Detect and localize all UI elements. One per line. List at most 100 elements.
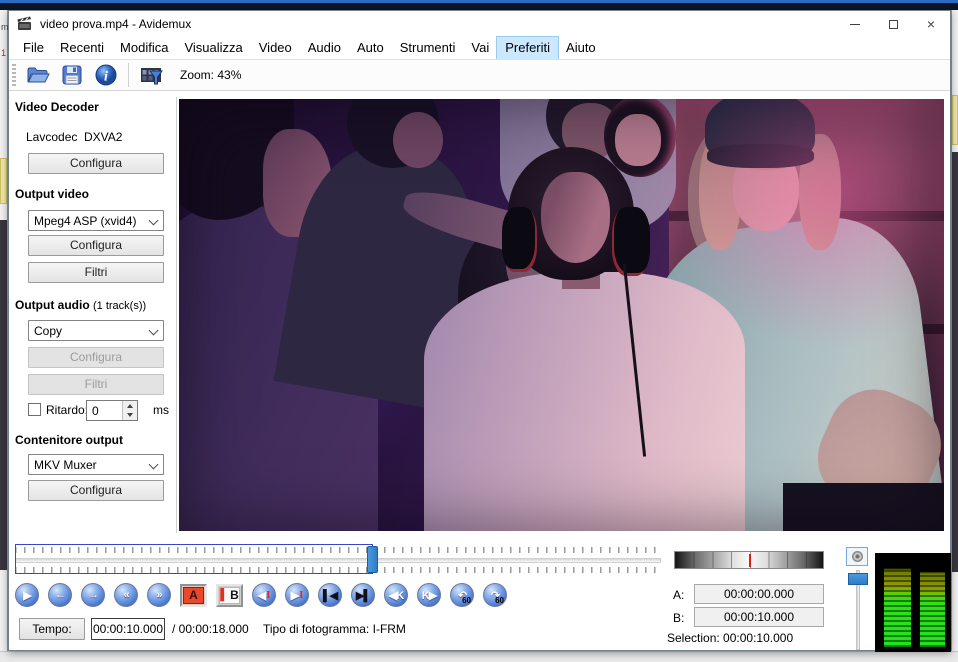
back-one-minute-button[interactable]: ↶60: [450, 583, 474, 607]
menu-item-strumenti[interactable]: Strumenti: [392, 37, 464, 59]
close-button[interactable]: ×: [912, 11, 950, 37]
background-dark-region: [952, 152, 958, 572]
toolbar-drag-handle[interactable]: [12, 64, 16, 86]
next-frame-button[interactable]: →: [81, 583, 105, 607]
maximize-icon: [889, 20, 898, 29]
muxer-select[interactable]: MKV Muxer: [28, 454, 164, 475]
open-file-icon[interactable]: [26, 63, 50, 87]
menu-item-aiuto[interactable]: Aiuto: [558, 37, 604, 59]
save-file-icon[interactable]: [60, 63, 84, 87]
video-filters-button[interactable]: Filtri: [28, 262, 164, 283]
menu-item-file[interactable]: File: [15, 37, 52, 59]
rewind-button[interactable]: «: [114, 583, 138, 607]
set-marker-a-button[interactable]: A: [180, 584, 207, 607]
video-filter-icon[interactable]: [139, 63, 163, 87]
next-keyframe-button[interactable]: K▶: [417, 583, 441, 607]
audio-configure-button: Configura: [28, 347, 164, 368]
audio-tracks-note: (1 track(s)): [93, 300, 146, 312]
timeline-handle[interactable]: [367, 546, 378, 573]
menu-item-auto[interactable]: Auto: [349, 37, 392, 59]
set-marker-b-button[interactable]: ▌B: [216, 584, 243, 607]
spin-down-button[interactable]: [123, 411, 137, 421]
title-bar[interactable]: video prova.mp4 - Avidemux ×: [9, 11, 950, 37]
maximize-button[interactable]: [874, 11, 912, 37]
output-audio-title: Output audio (1 track(s)): [15, 298, 146, 312]
toolbar: i Zoom: 43%: [9, 59, 950, 91]
audio-filters-button: Filtri: [28, 374, 164, 395]
menu-item-recenti[interactable]: Recenti: [52, 37, 112, 59]
video-preview: [179, 99, 944, 531]
next-black-frame-button[interactable]: ▶▌: [351, 583, 375, 607]
triangle-down-icon: [127, 413, 133, 417]
muxer-value: MKV Muxer: [34, 458, 97, 472]
video-decoder-title: Video Decoder: [15, 100, 99, 114]
jog-shuttle-wheel[interactable]: [674, 551, 824, 569]
frame-type-value: I-FRM: [373, 622, 406, 636]
play-button[interactable]: ▶: [15, 583, 39, 607]
menu-item-vai[interactable]: Vai: [463, 37, 497, 59]
vignette-overlay: [179, 99, 944, 531]
video-configure-button[interactable]: Configura: [28, 235, 164, 256]
frame-type-label: Tipo di fotogramma: I-FRM: [263, 622, 406, 636]
previous-frame-button[interactable]: ←: [48, 583, 72, 607]
decoder-engine-label: Lavcodec: [26, 130, 77, 144]
jog-center-marker: [749, 554, 751, 567]
delay-spinbox[interactable]: 0: [86, 400, 138, 421]
background-window-right-sliver: [951, 10, 958, 651]
speaker-icon: [852, 551, 863, 562]
current-time-input[interactable]: 00:00:10.000: [91, 618, 165, 640]
previous-keyframe-button[interactable]: ◀K: [384, 583, 408, 607]
clapperboard-icon: [17, 16, 33, 32]
zoom-level-label: Zoom: 43%: [180, 68, 241, 82]
output-audio-title-text: Output audio: [15, 298, 90, 312]
volume-slider-handle[interactable]: [848, 573, 868, 585]
delay-checkbox[interactable]: [28, 403, 41, 416]
output-container-title: Contenitore output: [15, 433, 123, 447]
time-mode-button[interactable]: Tempo:: [19, 618, 85, 640]
delay-value: 0: [92, 404, 99, 418]
menu-item-visualizza[interactable]: Visualizza: [176, 37, 250, 59]
background-dark-region: [0, 220, 7, 570]
marker-a-time: 00:00:00.000: [694, 584, 824, 604]
spin-up-button[interactable]: [123, 401, 137, 411]
selection-value: 00:00:10.000: [723, 631, 793, 645]
mute-button[interactable]: [846, 547, 868, 566]
total-duration-label: / 00:00:18.000: [172, 622, 249, 636]
background-badge: [952, 95, 958, 145]
background-badge: [0, 158, 7, 204]
minimize-button[interactable]: [836, 11, 874, 37]
goto-selection-start-button[interactable]: ◀I: [252, 583, 276, 607]
transport-bar: ▶ ← → « » A ▌B ◀I ▶I ▌◀ ▶▌ ◀K K▶ ↶60 ↷60: [15, 582, 507, 608]
menu-item-modifica[interactable]: Modifica: [112, 37, 176, 59]
window-title: video prova.mp4 - Avidemux: [40, 17, 191, 31]
marker-b-time: 00:00:10.000: [694, 607, 824, 627]
video-codec-select[interactable]: Mpeg4 ASP (xvid4): [28, 210, 164, 231]
menu-item-video[interactable]: Video: [251, 37, 300, 59]
audio-vu-meter: [875, 553, 951, 652]
forward-one-minute-button[interactable]: ↷60: [483, 583, 507, 607]
timeline-selection: [15, 544, 373, 574]
information-icon[interactable]: i: [94, 63, 118, 87]
menu-item-preferiti[interactable]: Preferiti: [497, 37, 558, 59]
menu-item-audio[interactable]: Audio: [300, 37, 349, 59]
decoder-accel-label: DXVA2: [84, 130, 122, 144]
background-window-top-strip: [0, 0, 958, 10]
status-row: Tempo: 00:00:10.000 / 00:00:18.000 Tipo …: [9, 615, 669, 645]
chevron-down-icon: [149, 326, 159, 336]
previous-black-frame-button[interactable]: ▌◀: [318, 583, 342, 607]
output-video-title: Output video: [15, 187, 89, 201]
decoder-configure-button[interactable]: Configura: [28, 153, 164, 174]
svg-text:i: i: [104, 70, 108, 85]
minimize-icon: [850, 24, 860, 25]
toolbar-separator: [128, 63, 129, 87]
fast-forward-button[interactable]: »: [147, 583, 171, 607]
marker-a-label: A:: [673, 588, 684, 602]
delay-label: Ritardo:: [46, 403, 88, 417]
timeline-slider[interactable]: [15, 544, 661, 576]
frame-type-caption: Tipo di fotogramma:: [263, 622, 369, 636]
audio-codec-select[interactable]: Copy: [28, 320, 164, 341]
video-codec-value: Mpeg4 ASP (xvid4): [34, 214, 137, 228]
muxer-configure-button[interactable]: Configura: [28, 480, 164, 501]
goto-selection-end-button[interactable]: ▶I: [285, 583, 309, 607]
background-text-fragment: 1: [1, 48, 6, 58]
